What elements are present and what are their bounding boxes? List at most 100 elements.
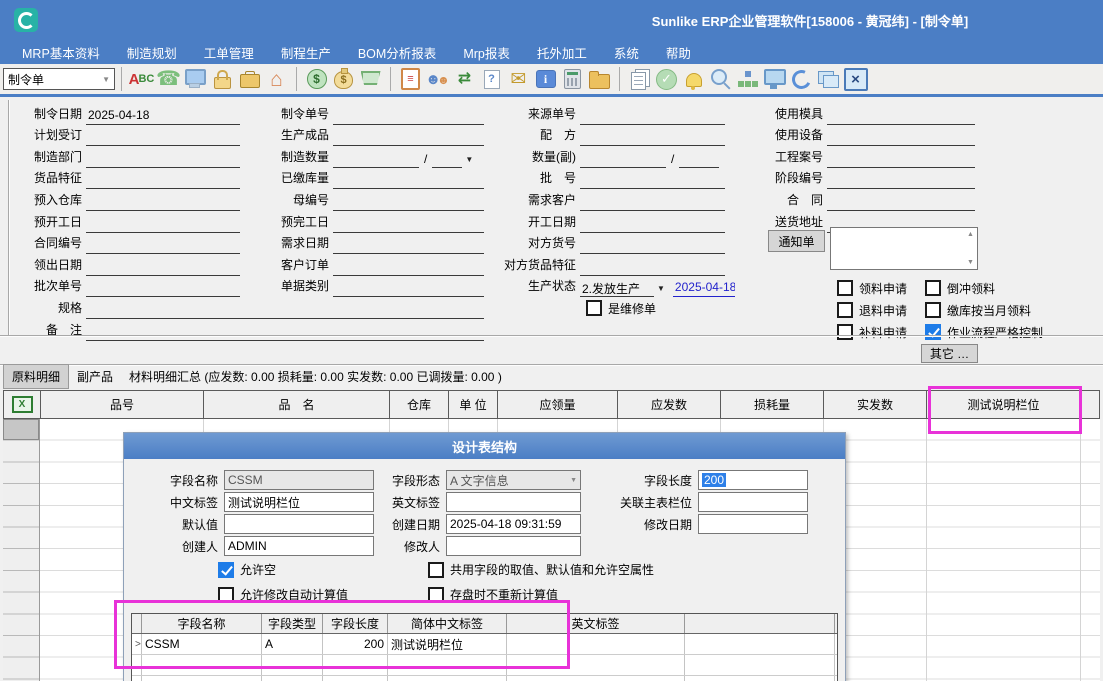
spell-check-icon[interactable]: ABC (128, 66, 155, 92)
input-formula[interactable] (580, 129, 725, 146)
replenish-request-checkbox[interactable] (837, 324, 853, 340)
input-doc-category[interactable] (333, 280, 484, 297)
dialog-grid-empty-row[interactable] (132, 676, 837, 681)
menu-help[interactable]: 帮助 (666, 43, 691, 62)
input-mold[interactable] (827, 108, 975, 125)
repair-order-checkbox[interactable] (586, 300, 602, 316)
production-status-date-link[interactable]: 2025-04-18 (673, 280, 735, 297)
input-counterpart-feature[interactable] (580, 259, 725, 276)
input-default-value[interactable] (224, 514, 374, 534)
refresh-icon[interactable] (788, 66, 815, 92)
input-mfg-qty-unit[interactable] (432, 151, 462, 168)
input-create-date[interactable]: 2025-04-18 09:31:59 (446, 514, 581, 534)
input-plan-order[interactable] (86, 129, 240, 146)
search-icon[interactable] (707, 66, 734, 92)
people-icon[interactable]: ☻☻ (424, 66, 451, 92)
dialog-grid-empty-row[interactable] (132, 655, 837, 676)
help-doc-icon[interactable] (478, 66, 505, 92)
strict-workflow-checkbox[interactable] (925, 324, 941, 340)
doc-type-select[interactable]: 制令单 ▼ (3, 68, 115, 90)
other-button[interactable]: 其它 … (921, 344, 978, 363)
input-equipment[interactable] (827, 129, 975, 146)
input-creator[interactable]: ADMIN (224, 536, 374, 556)
input-cn-label[interactable]: 测试说明栏位 (224, 492, 374, 512)
info-icon[interactable]: i (532, 66, 559, 92)
input-field-length[interactable]: 200 (698, 470, 808, 490)
bell-icon[interactable] (680, 66, 707, 92)
tab-byproduct[interactable]: 副产品 (69, 365, 121, 388)
cart-icon[interactable] (357, 66, 384, 92)
dcol-field-type[interactable]: 字段类型 (262, 614, 323, 633)
notice-button[interactable]: 通知单 (768, 230, 825, 252)
menu-mfg-planning[interactable]: 制造规划 (127, 43, 177, 62)
col-required-qty[interactable]: 应领量 (498, 391, 618, 418)
picking-request-checkbox[interactable] (837, 280, 853, 296)
input-mfg-qty[interactable] (333, 151, 419, 168)
input-stage-no[interactable] (827, 172, 975, 189)
input-plan-start[interactable] (86, 216, 240, 233)
exchange-icon[interactable]: ⇄ (451, 66, 478, 92)
lock-icon[interactable] (209, 66, 236, 92)
input-contract-no[interactable] (86, 237, 240, 254)
input-mfg-dept[interactable] (86, 151, 240, 168)
input-stocked-qty[interactable] (333, 172, 484, 189)
cell-en-label[interactable] (507, 634, 685, 654)
notice-textarea[interactable]: ▲▼ (830, 227, 978, 270)
input-spec[interactable] (86, 302, 484, 319)
input-demand-customer[interactable] (580, 194, 725, 211)
input-modify-date[interactable] (698, 514, 808, 534)
grid-row-selector-column[interactable] (3, 419, 40, 681)
input-batch-no[interactable] (86, 280, 240, 297)
input-field-name[interactable]: CSSM (224, 470, 374, 490)
cascade-windows-icon[interactable] (815, 66, 842, 92)
cell-field-length[interactable]: 200 (323, 634, 388, 654)
phone-icon[interactable]: ☎ (155, 66, 182, 92)
close-icon[interactable]: × (842, 66, 869, 92)
dcol-cn-label[interactable]: 简体中文标签 (388, 614, 507, 633)
col-item-no[interactable]: 品号 (41, 391, 204, 418)
col-loss-qty[interactable]: 损耗量 (721, 391, 824, 418)
stockin-by-month-checkbox[interactable] (925, 302, 941, 318)
menu-bom-reports[interactable]: BOM分析报表 (358, 43, 436, 62)
col-warehouse[interactable]: 仓库 (390, 391, 449, 418)
input-warehouse-in[interactable] (86, 194, 240, 211)
input-order-date[interactable]: 2025-04-18 (86, 108, 240, 125)
share-field-props-checkbox[interactable] (428, 562, 444, 578)
tab-material-summary[interactable]: 材料明细汇总 (应发数: 0.00 损耗量: 0.00 实发数: 0.00 已调… (121, 368, 502, 385)
input-remark[interactable] (86, 324, 484, 341)
copy-doc-icon[interactable] (626, 66, 653, 92)
input-product-feature[interactable] (86, 172, 240, 189)
return-request-checkbox[interactable] (837, 302, 853, 318)
input-contract[interactable] (827, 194, 975, 211)
input-source-no[interactable] (580, 108, 725, 125)
backflush-checkbox[interactable] (925, 280, 941, 296)
input-en-label[interactable] (446, 492, 581, 512)
notice-scrollbar[interactable]: ▲▼ (965, 229, 976, 268)
input-modifier[interactable] (446, 536, 581, 556)
dialog-grid-row[interactable]: > CSSM A 200 测试说明栏位 (132, 634, 837, 655)
no-recalc-on-save-checkbox[interactable] (428, 587, 444, 603)
scroll-up-icon[interactable]: ▲ (967, 231, 974, 238)
dcol-field-length[interactable]: 字段长度 (323, 614, 388, 633)
menu-workorder[interactable]: 工单管理 (204, 43, 254, 62)
send-mail-icon[interactable]: ✉ (505, 66, 532, 92)
monitor-icon[interactable] (761, 66, 788, 92)
tab-raw-material-detail[interactable]: 原料明细 (3, 364, 69, 389)
col-issue-qty[interactable]: 应发数 (618, 391, 721, 418)
scroll-down-icon[interactable]: ▼ (967, 259, 974, 266)
check-circle-icon[interactable]: ✓ (653, 66, 680, 92)
col-item-name[interactable]: 品 名 (204, 391, 390, 418)
select-field-type[interactable]: A 文字信息▼ (446, 470, 581, 490)
input-customer-order[interactable] (333, 259, 484, 276)
chevron-down-icon[interactable]: ▼ (462, 155, 473, 168)
production-status-value[interactable]: 2.发放生产 (580, 280, 654, 297)
cell-field-name[interactable]: CSSM (142, 634, 262, 654)
home-icon[interactable]: ⌂ (263, 66, 290, 92)
briefcase-icon[interactable] (236, 66, 263, 92)
menu-mrp-reports[interactable]: Mrp报表 (463, 43, 510, 62)
input-start-date[interactable] (580, 216, 725, 233)
dcol-en-label[interactable]: 英文标签 (507, 614, 685, 633)
col-unit[interactable]: 单 位 (449, 391, 498, 418)
allow-modify-auto-checkbox[interactable] (218, 587, 234, 603)
col-actual-qty[interactable]: 实发数 (824, 391, 927, 418)
